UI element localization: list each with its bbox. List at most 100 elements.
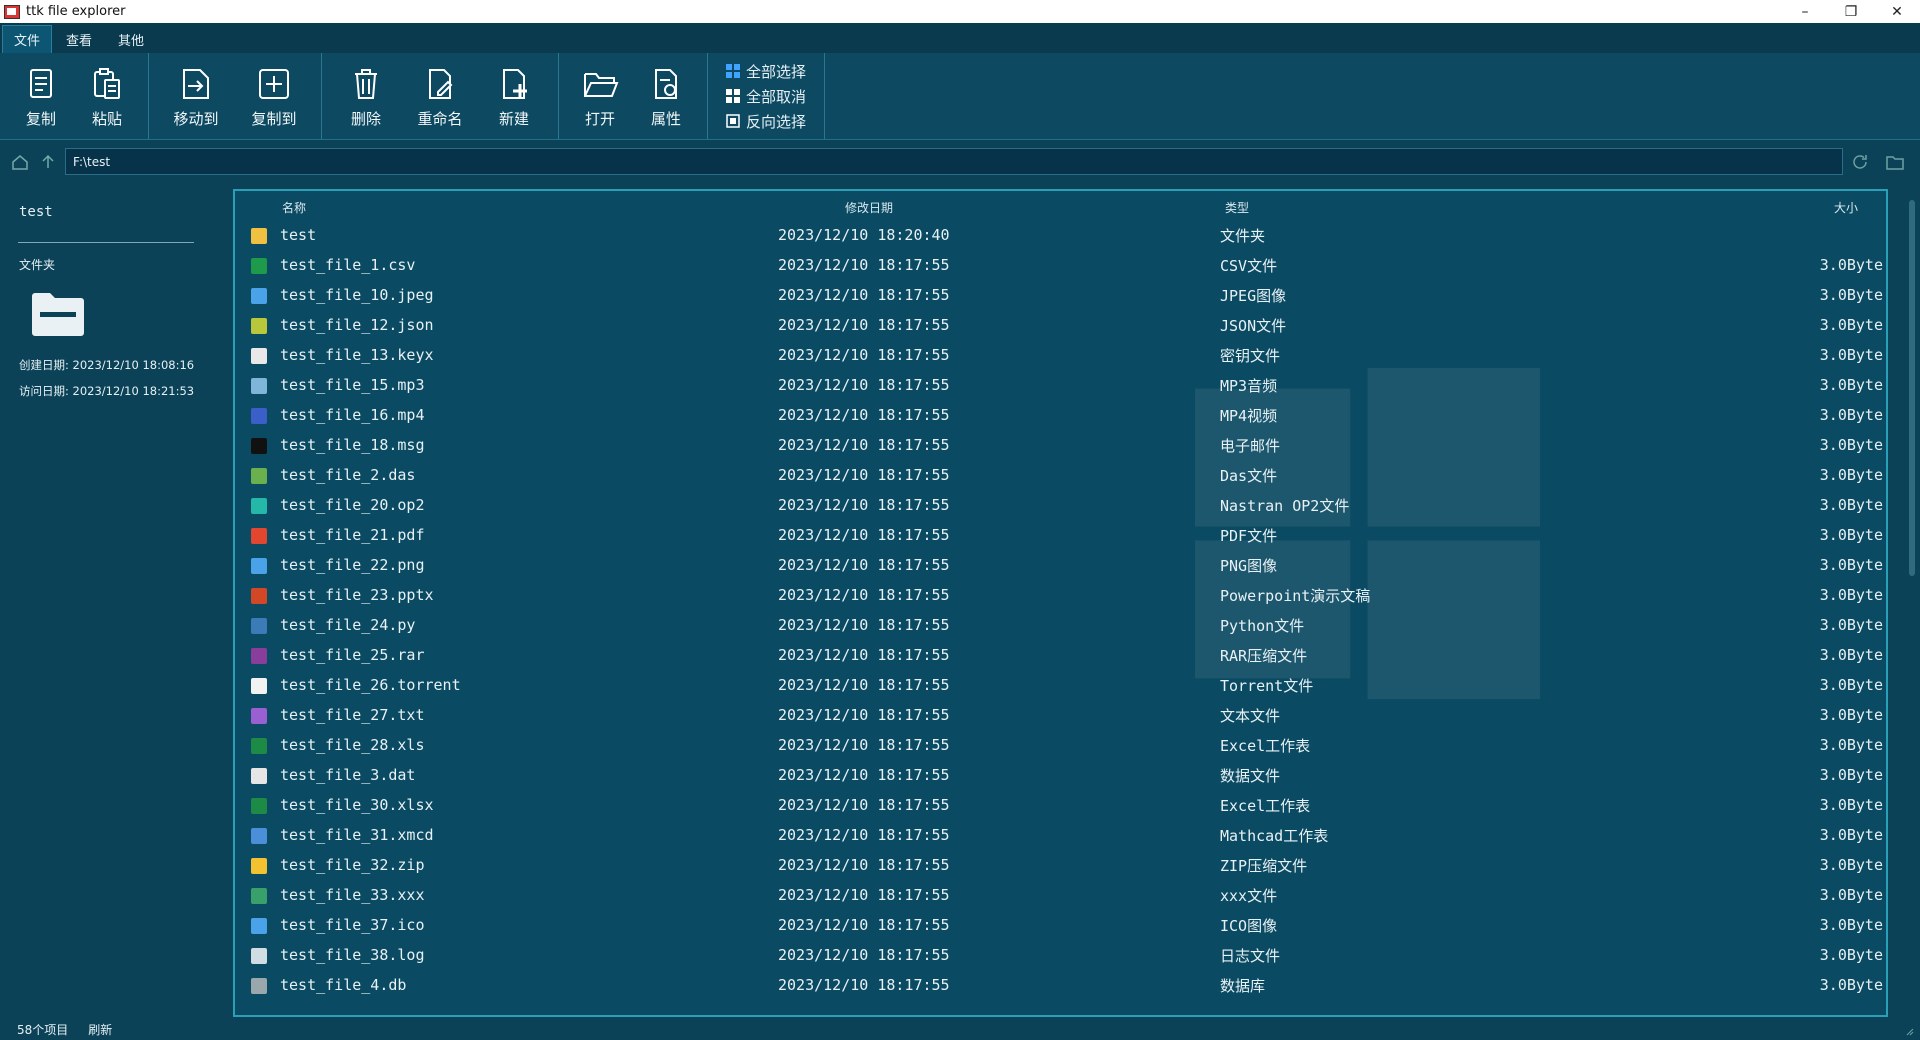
column-header-name[interactable]: 名称 bbox=[282, 199, 306, 216]
table-row[interactable]: test_file_38.log 2023/12/10 18:17:55 日志文件 3… bbox=[235, 941, 1886, 971]
file-modified-date: 2023/12/10 18:20:40 bbox=[778, 226, 950, 244]
file-name: test_file_26.torrent bbox=[280, 676, 461, 694]
maximize-button[interactable]: ❐ bbox=[1828, 0, 1874, 23]
table-row[interactable]: test_file_15.mp3 2023/12/10 18:17:55 MP3音频… bbox=[235, 371, 1886, 401]
table-row[interactable]: test_file_12.json 2023/12/10 18:17:55 JSON… bbox=[235, 311, 1886, 341]
table-row[interactable]: test_file_27.txt 2023/12/10 18:17:55 文本文件 3… bbox=[235, 701, 1886, 731]
table-row[interactable]: test_file_3.dat 2023/12/10 18:17:55 数据文件 3.… bbox=[235, 761, 1886, 791]
select-all-button[interactable]: 全部选择 bbox=[726, 61, 806, 82]
open-button[interactable]: 打开 bbox=[567, 58, 633, 134]
file-modified-date: 2023/12/10 18:17:55 bbox=[778, 856, 950, 874]
table-row[interactable]: test_file_10.jpeg 2023/12/10 18:17:55 JPEG… bbox=[235, 281, 1886, 311]
new-file-icon bbox=[503, 68, 527, 99]
video-icon bbox=[251, 408, 267, 424]
file-modified-date: 2023/12/10 18:17:55 bbox=[778, 796, 950, 814]
column-header-modified[interactable]: 修改日期 bbox=[845, 199, 893, 216]
close-button[interactable]: ✕ bbox=[1874, 0, 1920, 23]
excel-icon bbox=[251, 738, 267, 754]
file-name: test_file_3.dat bbox=[280, 766, 416, 784]
copy-to-button[interactable]: 复制到 bbox=[235, 58, 313, 134]
table-row[interactable]: test_file_37.ico 2023/12/10 18:17:55 ICO图像… bbox=[235, 911, 1886, 941]
pdf-icon bbox=[251, 528, 267, 544]
paste-icon bbox=[94, 67, 120, 99]
table-row[interactable]: test_file_31.xmcd 2023/12/10 18:17:55 Math… bbox=[235, 821, 1886, 851]
table-row[interactable]: test_file_21.pdf 2023/12/10 18:17:55 PDF文件… bbox=[235, 521, 1886, 551]
up-arrow-icon[interactable] bbox=[38, 152, 58, 172]
table-row[interactable]: test_file_1.csv 2023/12/10 18:17:55 CSV文件 3… bbox=[235, 251, 1886, 281]
file-type: PNG图像 bbox=[1220, 557, 1278, 575]
properties-button[interactable]: 属性 bbox=[633, 58, 699, 134]
file-size: 3.0Byte bbox=[1819, 616, 1883, 634]
table-row[interactable]: test_file_33.xxx 2023/12/10 18:17:55 xxx文件… bbox=[235, 881, 1886, 911]
new-button[interactable]: 新建 bbox=[478, 58, 550, 134]
refresh-link[interactable]: 刷新 bbox=[88, 1021, 112, 1038]
table-row[interactable]: test_file_22.png 2023/12/10 18:17:55 PNG图像… bbox=[235, 551, 1886, 581]
file-name: test_file_38.log bbox=[280, 946, 425, 964]
select-none-button[interactable]: 全部取消 bbox=[726, 86, 806, 107]
ribbon-toolbar: 复制 粘贴 移动到 复制到 删除 重命名 新建 打开 属性 全部选择 全部取消 … bbox=[0, 53, 1920, 140]
table-row[interactable]: test_file_20.op2 2023/12/10 18:17:55 Nastr… bbox=[235, 491, 1886, 521]
file-type: Torrent文件 bbox=[1220, 677, 1314, 695]
tab-file[interactable]: 文件 bbox=[2, 25, 53, 53]
table-row[interactable]: test_file_4.db 2023/12/10 18:17:55 数据库 3.0B… bbox=[235, 971, 1886, 1001]
file-name: test_file_18.msg bbox=[280, 436, 425, 454]
file-type: CSV文件 bbox=[1220, 257, 1278, 275]
properties-label: 属性 bbox=[650, 109, 681, 128]
table-row[interactable]: test_file_2.das 2023/12/10 18:17:55 Das文件 3… bbox=[235, 461, 1886, 491]
table-row[interactable]: test_file_32.zip 2023/12/10 18:17:55 ZIP压缩… bbox=[235, 851, 1886, 881]
file-modified-date: 2023/12/10 18:17:55 bbox=[778, 706, 950, 724]
copy-button[interactable]: 复制 bbox=[8, 58, 74, 134]
table-row[interactable]: test_file_30.xlsx 2023/12/10 18:17:55 Exce… bbox=[235, 791, 1886, 821]
file-size: 3.0Byte bbox=[1819, 946, 1883, 964]
address-input[interactable]: F:\test bbox=[65, 148, 1843, 175]
table-row[interactable]: test_file_18.msg 2023/12/10 18:17:55 电子邮件 3… bbox=[235, 431, 1886, 461]
home-icon[interactable] bbox=[10, 152, 30, 172]
tab-view[interactable]: 查看 bbox=[54, 25, 104, 53]
column-header-size[interactable]: 大小 bbox=[1834, 199, 1858, 216]
minimize-button[interactable]: – bbox=[1782, 0, 1828, 23]
table-row[interactable]: test_file_23.pptx 2023/12/10 18:17:55 Powe… bbox=[235, 581, 1886, 611]
table-row[interactable]: test_file_24.py 2023/12/10 18:17:55 Python… bbox=[235, 611, 1886, 641]
vertical-scrollbar[interactable] bbox=[1909, 200, 1915, 576]
file-modified-date: 2023/12/10 18:17:55 bbox=[778, 556, 950, 574]
table-row[interactable]: test_file_25.rar 2023/12/10 18:17:55 RAR压缩… bbox=[235, 641, 1886, 671]
file-type: 文本文件 bbox=[1220, 707, 1281, 725]
file-size: 3.0Byte bbox=[1819, 556, 1883, 574]
edit-group: 删除 重命名 新建 bbox=[322, 53, 559, 139]
delete-label: 删除 bbox=[350, 109, 381, 128]
invert-selection-icon bbox=[726, 114, 740, 128]
table-row[interactable]: test_file_26.torrent 2023/12/10 18:17:55 T… bbox=[235, 671, 1886, 701]
file-type: 文件夹 bbox=[1220, 227, 1266, 245]
table-row[interactable]: test_file_16.mp4 2023/12/10 18:17:55 MP4视频… bbox=[235, 401, 1886, 431]
file-type: xxx文件 bbox=[1220, 887, 1278, 905]
python-icon bbox=[251, 618, 267, 634]
paste-button[interactable]: 粘贴 bbox=[74, 58, 140, 134]
file-size: 3.0Byte bbox=[1819, 736, 1883, 754]
file-size: 3.0Byte bbox=[1819, 346, 1883, 364]
file-list[interactable]: 名称 修改日期 类型 大小 test 2023/12/10 18:20:40 文件夹… bbox=[233, 189, 1888, 1017]
tab-other[interactable]: 其他 bbox=[106, 25, 156, 53]
details-panel: test 文件夹 创建日期: 2023/12/10 18:08:16 访问日期:… bbox=[0, 190, 225, 1010]
file-size: 3.0Byte bbox=[1819, 796, 1883, 814]
rename-button[interactable]: 重命名 bbox=[402, 58, 478, 134]
file-name: test_file_15.mp3 bbox=[280, 376, 425, 394]
file-modified-date: 2023/12/10 18:17:55 bbox=[778, 616, 950, 634]
clipboard-group: 复制 粘贴 bbox=[0, 53, 149, 139]
file-name: test_file_20.op2 bbox=[280, 496, 425, 514]
trash-icon bbox=[355, 68, 377, 99]
table-row[interactable]: test_file_28.xls 2023/12/10 18:17:55 Excel… bbox=[235, 731, 1886, 761]
refresh-icon[interactable] bbox=[1850, 152, 1870, 172]
table-row[interactable]: test_file_13.keyx 2023/12/10 18:17:55 密钥文件… bbox=[235, 341, 1886, 371]
delete-button[interactable]: 删除 bbox=[330, 58, 402, 134]
column-header-type[interactable]: 类型 bbox=[1225, 199, 1249, 216]
torrent-icon bbox=[251, 678, 267, 694]
resize-grip-icon[interactable] bbox=[1906, 1028, 1914, 1036]
file-size: 3.0Byte bbox=[1819, 286, 1883, 304]
table-row[interactable]: test 2023/12/10 18:20:40 文件夹 bbox=[235, 221, 1886, 251]
folder-browse-icon[interactable] bbox=[1885, 152, 1905, 172]
large-folder-icon bbox=[32, 293, 84, 336]
invert-selection-button[interactable]: 反向选择 bbox=[726, 111, 806, 132]
file-name: test_file_31.xmcd bbox=[280, 826, 434, 844]
move-to-button[interactable]: 移动到 bbox=[157, 58, 235, 134]
file-name: test_file_1.csv bbox=[280, 256, 416, 274]
